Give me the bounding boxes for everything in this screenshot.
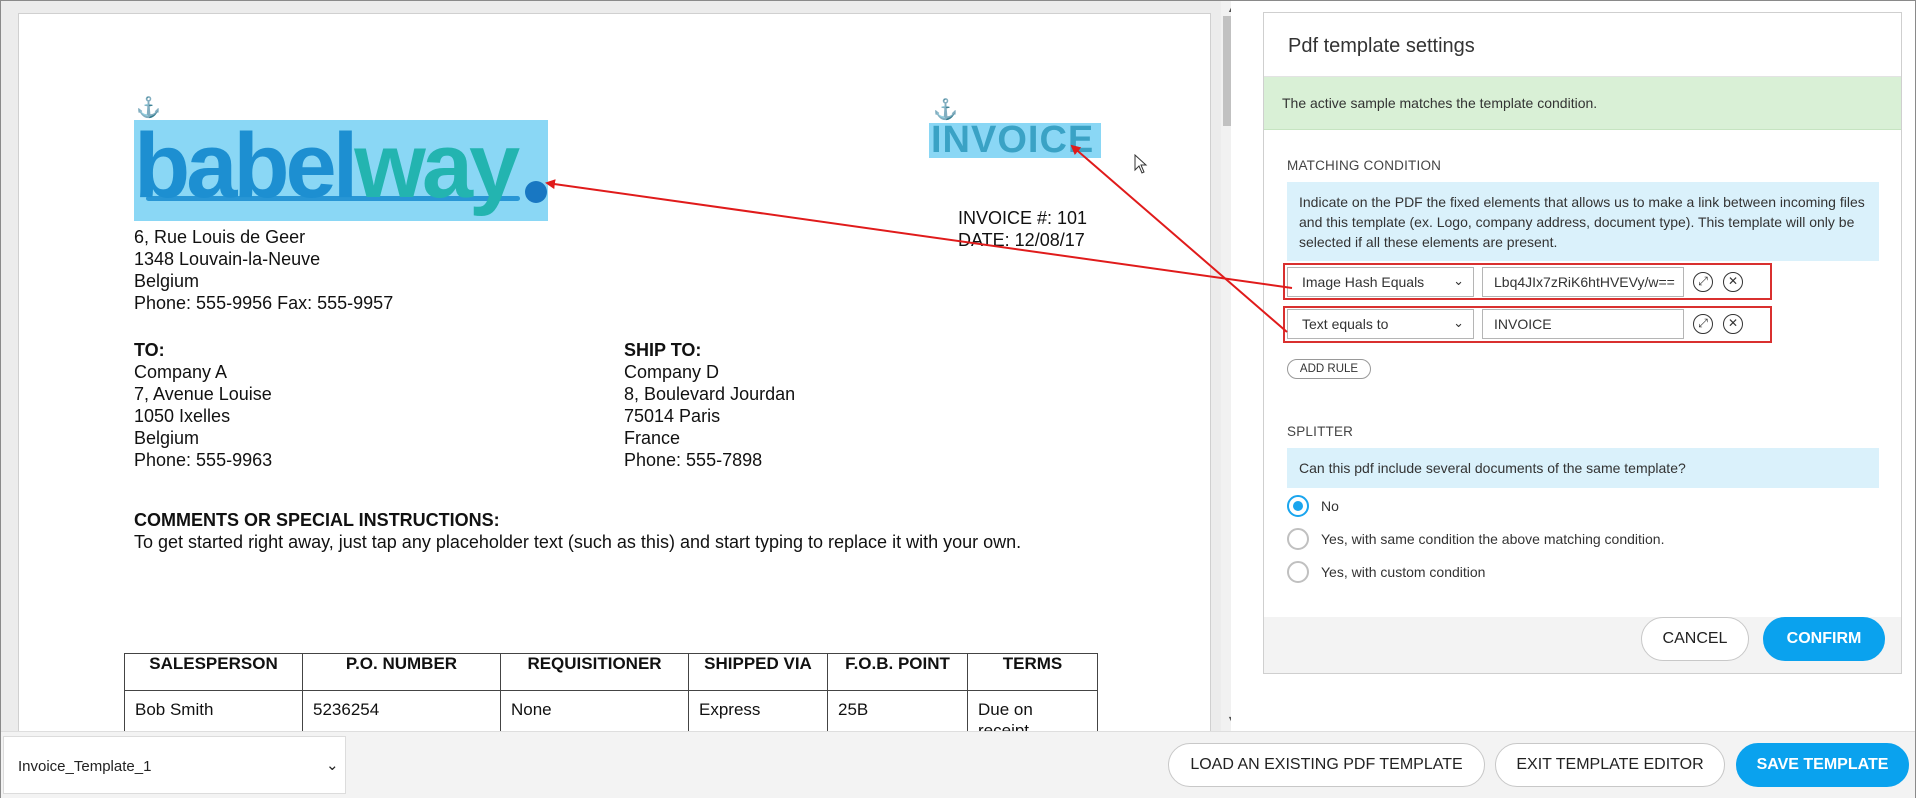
chevron-down-icon: ⌄: [1453, 315, 1464, 330]
splitter-radio-same-condition[interactable]: [1287, 528, 1309, 550]
panel-header: Pdf template settings: [1264, 13, 1901, 77]
order-table: SALESPERSON P.O. NUMBER REQUISITIONER SH…: [124, 653, 1098, 731]
cancel-button[interactable]: CANCEL: [1641, 617, 1749, 661]
splitter-radio-custom-condition[interactable]: [1287, 561, 1309, 583]
table-cell: Bob Smith: [124, 690, 303, 731]
table-row: Bob Smith 5236254 None Express 25B Due o…: [124, 690, 1098, 731]
sender-address: 6, Rue Louis de Geer 1348 Louvain-la-Neu…: [134, 227, 394, 313]
add-rule-button[interactable]: ADD RULE: [1287, 359, 1371, 379]
bottom-toolbar: Invoice_Template_1 ⌄ LOAD AN EXISTING PD…: [1, 731, 1915, 798]
rule-value-input[interactable]: INVOICE: [1482, 309, 1684, 339]
radio-label[interactable]: No: [1321, 498, 1339, 514]
scroll-up-icon[interactable]: ▲: [1227, 5, 1231, 14]
table-header: F.O.B. POINT: [827, 653, 968, 691]
chevron-down-icon: ⌄: [326, 757, 339, 774]
table-cell: None: [500, 690, 689, 731]
table-header: SHIPPED VIA: [688, 653, 828, 691]
splitter-info: Can this pdf include several documents o…: [1287, 448, 1879, 488]
table-header: P.O. NUMBER: [302, 653, 501, 691]
panel-title: Pdf template settings: [1288, 35, 1475, 57]
table-cell: Due on receipt: [967, 690, 1098, 731]
table-cell: 5236254: [302, 690, 501, 731]
confirm-button[interactable]: CONFIRM: [1763, 617, 1885, 661]
pdf-viewer[interactable]: ⚓ babelway 6, Rue Louis de Geer 1348 Lou…: [1, 1, 1231, 731]
logo-selection[interactable]: babelway: [134, 115, 548, 221]
exit-template-editor-button[interactable]: EXIT TEMPLATE EDITOR: [1495, 743, 1725, 787]
matching-condition-title: MATCHING CONDITION: [1287, 158, 1442, 173]
ship-to-block: SHIP TO: Company D 8, Boulevard Jourdan …: [624, 340, 796, 470]
table-cell: 25B: [827, 690, 968, 731]
radio-label[interactable]: Yes, with custom condition: [1321, 564, 1485, 580]
success-banner: The active sample matches the template c…: [1264, 77, 1901, 130]
babelway-logo: babelway: [134, 115, 520, 217]
pick-element-icon[interactable]: ⤢: [1693, 272, 1713, 292]
invoice-number: INVOICE #: 101: [958, 208, 1088, 228]
comments-text: To get started right away, just tap any …: [134, 532, 1022, 552]
save-template-button[interactable]: SAVE TEMPLATE: [1736, 743, 1909, 787]
splitter-title: SPLITTER: [1287, 424, 1354, 439]
remove-rule-icon[interactable]: ✕: [1723, 272, 1743, 292]
invoice-date: DATE: 12/08/17: [958, 230, 1085, 250]
rule-type-select[interactable]: Text equals to ⌄: [1287, 309, 1474, 339]
template-select[interactable]: Invoice_Template_1 ⌄: [3, 736, 346, 794]
load-existing-template-button[interactable]: LOAD AN EXISTING PDF TEMPLATE: [1168, 743, 1485, 787]
logo-dot: [525, 181, 547, 203]
mouse-cursor-icon: [1134, 154, 1148, 174]
matching-condition-info: Indicate on the PDF the fixed elements t…: [1287, 182, 1879, 261]
chevron-down-icon: ⌄: [1453, 273, 1464, 288]
table-header-row: SALESPERSON P.O. NUMBER REQUISITIONER SH…: [124, 653, 1098, 691]
pick-element-icon[interactable]: ⤢: [1693, 314, 1713, 334]
remove-rule-icon[interactable]: ✕: [1723, 314, 1743, 334]
comments-heading: COMMENTS OR SPECIAL INSTRUCTIONS:: [134, 510, 500, 530]
viewer-scrollbar[interactable]: [1221, 1, 1231, 731]
scroll-down-icon[interactable]: ▼: [1227, 715, 1231, 724]
table-cell: Express: [688, 690, 828, 731]
rule-value-input[interactable]: Lbq4JIx7zRiK6htHVEVy/w==: [1482, 267, 1684, 297]
invoice-title[interactable]: INVOICE: [931, 120, 1094, 160]
radio-label[interactable]: Yes, with same condition the above match…: [1321, 531, 1664, 547]
to-block: TO: Company A 7, Avenue Louise 1050 Ixel…: [134, 340, 273, 470]
table-header: REQUISITIONER: [500, 653, 689, 691]
rule-type-select[interactable]: Image Hash Equals ⌄: [1287, 267, 1474, 297]
table-header: SALESPERSON: [124, 653, 303, 691]
invoice-anchor-icon[interactable]: ⚓: [933, 100, 958, 120]
panel-body[interactable]: The active sample matches the template c…: [1264, 77, 1901, 617]
table-header: TERMS: [967, 653, 1098, 691]
pdf-template-settings-panel: Pdf template settings The active sample …: [1263, 12, 1902, 674]
viewer-scroll-thumb[interactable]: [1223, 16, 1231, 126]
splitter-radio-no[interactable]: [1287, 495, 1309, 517]
success-message: The active sample matches the template c…: [1282, 95, 1598, 111]
pdf-page[interactable]: ⚓ babelway 6, Rue Louis de Geer 1348 Lou…: [18, 13, 1211, 731]
